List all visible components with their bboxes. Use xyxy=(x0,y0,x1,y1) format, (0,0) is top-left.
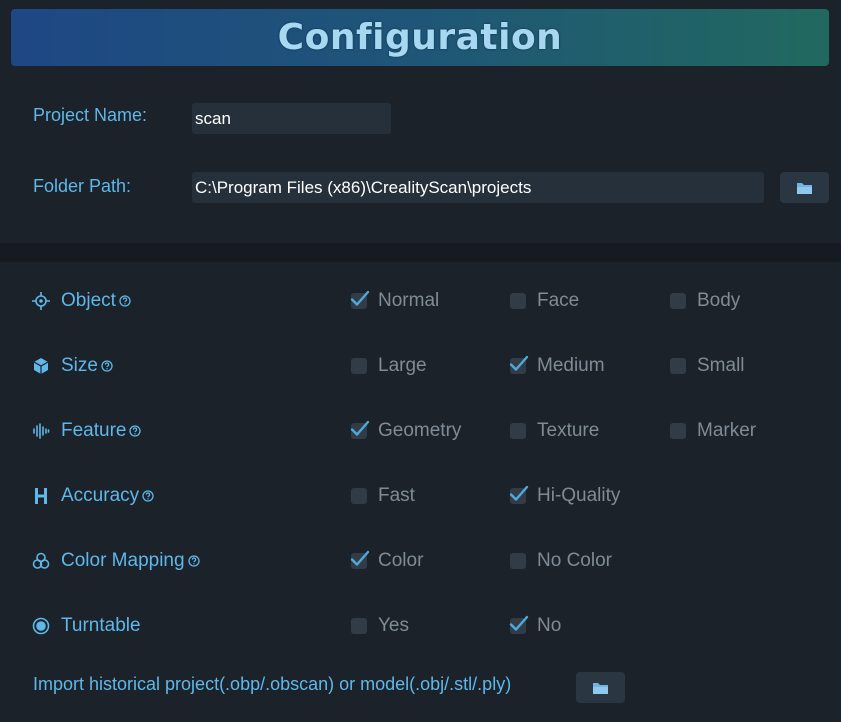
waveform-icon xyxy=(32,422,50,440)
choice-label: Large xyxy=(378,355,427,376)
checkbox[interactable] xyxy=(350,420,370,439)
import-browse-button[interactable] xyxy=(576,672,625,703)
checkmark-icon xyxy=(509,355,529,371)
option-row-turntable: Turntable Yes No xyxy=(0,611,841,641)
option-label-accuracy: Accuracy xyxy=(61,485,154,507)
choice-label: Body xyxy=(697,290,741,311)
option-row-object: Object Normal Face Body xyxy=(0,286,841,316)
choice-label: Color xyxy=(378,550,424,571)
turntable-icon xyxy=(32,617,50,635)
color-circles-icon xyxy=(32,552,50,570)
choice-object-face[interactable]: Face xyxy=(510,286,579,316)
choice-label: Normal xyxy=(378,290,440,311)
choice-feature-marker[interactable]: Marker xyxy=(670,416,756,446)
help-icon[interactable] xyxy=(129,425,142,437)
choice-label: Small xyxy=(697,355,745,376)
cube-icon xyxy=(32,357,50,375)
choice-label: Fast xyxy=(378,485,415,506)
choice-accuracy-hi-quality[interactable]: Hi-Quality xyxy=(509,481,621,511)
option-label-text: Feature xyxy=(61,420,127,441)
header-banner: Configuration xyxy=(11,9,829,66)
choice-object-normal[interactable]: Normal xyxy=(350,286,440,316)
option-row-size: Size Large Medium Small xyxy=(0,351,841,381)
choice-label: Hi-Quality xyxy=(537,485,621,506)
checkbox[interactable] xyxy=(351,618,367,634)
checkbox[interactable] xyxy=(510,293,526,309)
folder-icon xyxy=(796,182,812,194)
option-row-color-mapping: Color Mapping Color No Color xyxy=(0,546,841,576)
help-icon[interactable] xyxy=(187,555,200,567)
checkbox[interactable] xyxy=(670,293,686,309)
checkbox[interactable] xyxy=(350,290,370,309)
checkmark-icon xyxy=(509,615,529,631)
checkmark-icon xyxy=(350,290,370,306)
checkbox[interactable] xyxy=(350,550,370,569)
folder-path-label: Folder Path: xyxy=(33,176,132,196)
checkmark-icon xyxy=(509,485,529,501)
choice-label: Marker xyxy=(697,420,757,441)
choice-turntable-yes[interactable]: Yes xyxy=(351,611,409,641)
project-name-input[interactable] xyxy=(192,103,391,134)
checkbox[interactable] xyxy=(509,355,529,374)
checkbox[interactable] xyxy=(670,423,686,439)
choice-label: Geometry xyxy=(378,420,462,441)
option-label-text: Turntable xyxy=(61,615,141,636)
checkmark-icon xyxy=(350,420,370,436)
checkbox[interactable] xyxy=(351,358,367,374)
checkmark-icon xyxy=(350,550,370,566)
choice-label: No xyxy=(537,615,562,636)
page-title: Configuration xyxy=(277,17,563,58)
help-icon[interactable] xyxy=(142,490,154,502)
option-label-text: Object xyxy=(61,290,116,311)
checkbox[interactable] xyxy=(670,358,686,374)
choice-label: Face xyxy=(537,290,580,311)
choice-feature-texture[interactable]: Texture xyxy=(510,416,599,446)
choice-label: Texture xyxy=(537,420,600,441)
option-label-feature: Feature xyxy=(61,420,142,442)
option-label-turntable: Turntable xyxy=(61,615,141,637)
choice-label: Medium xyxy=(537,355,605,376)
choice-color-mapping-no-color[interactable]: No Color xyxy=(510,546,612,576)
choice-label: Yes xyxy=(378,615,409,636)
option-label-text: Size xyxy=(61,355,98,376)
choice-feature-geometry[interactable]: Geometry xyxy=(350,416,462,446)
option-label-text: Accuracy xyxy=(61,485,140,506)
crosshair-icon xyxy=(32,292,50,310)
option-label-object: Object xyxy=(61,290,131,312)
browse-folder-button[interactable] xyxy=(780,172,829,203)
choice-color-mapping-color[interactable]: Color xyxy=(350,546,424,576)
folder-path-input[interactable] xyxy=(192,172,764,203)
choice-label: No Color xyxy=(537,550,612,571)
option-label-color-mapping: Color Mapping xyxy=(61,550,200,572)
checkbox[interactable] xyxy=(510,553,526,569)
project-name-label: Project Name: xyxy=(33,105,148,125)
checkbox[interactable] xyxy=(510,423,526,439)
h-letter-icon xyxy=(32,487,50,505)
help-icon[interactable] xyxy=(119,295,131,307)
section-divider xyxy=(0,243,841,262)
help-icon[interactable] xyxy=(101,360,113,372)
option-row-accuracy: Accuracy Fast Hi-Quality xyxy=(0,481,841,511)
checkbox[interactable] xyxy=(509,615,529,634)
choice-turntable-no[interactable]: No xyxy=(509,611,562,641)
checkbox[interactable] xyxy=(351,488,367,504)
choice-size-small[interactable]: Small xyxy=(670,351,745,381)
choice-size-large[interactable]: Large xyxy=(351,351,427,381)
option-row-feature: Feature Geometry Texture Marker xyxy=(0,416,841,446)
option-label-size: Size xyxy=(61,355,113,377)
choice-accuracy-fast[interactable]: Fast xyxy=(351,481,415,511)
choice-object-body[interactable]: Body xyxy=(670,286,740,316)
checkbox[interactable] xyxy=(509,485,529,504)
import-label: Import historical project(.obp/.obscan) … xyxy=(33,674,512,694)
option-label-text: Color Mapping xyxy=(61,550,185,571)
choice-size-medium[interactable]: Medium xyxy=(509,351,605,381)
folder-icon xyxy=(592,682,608,694)
